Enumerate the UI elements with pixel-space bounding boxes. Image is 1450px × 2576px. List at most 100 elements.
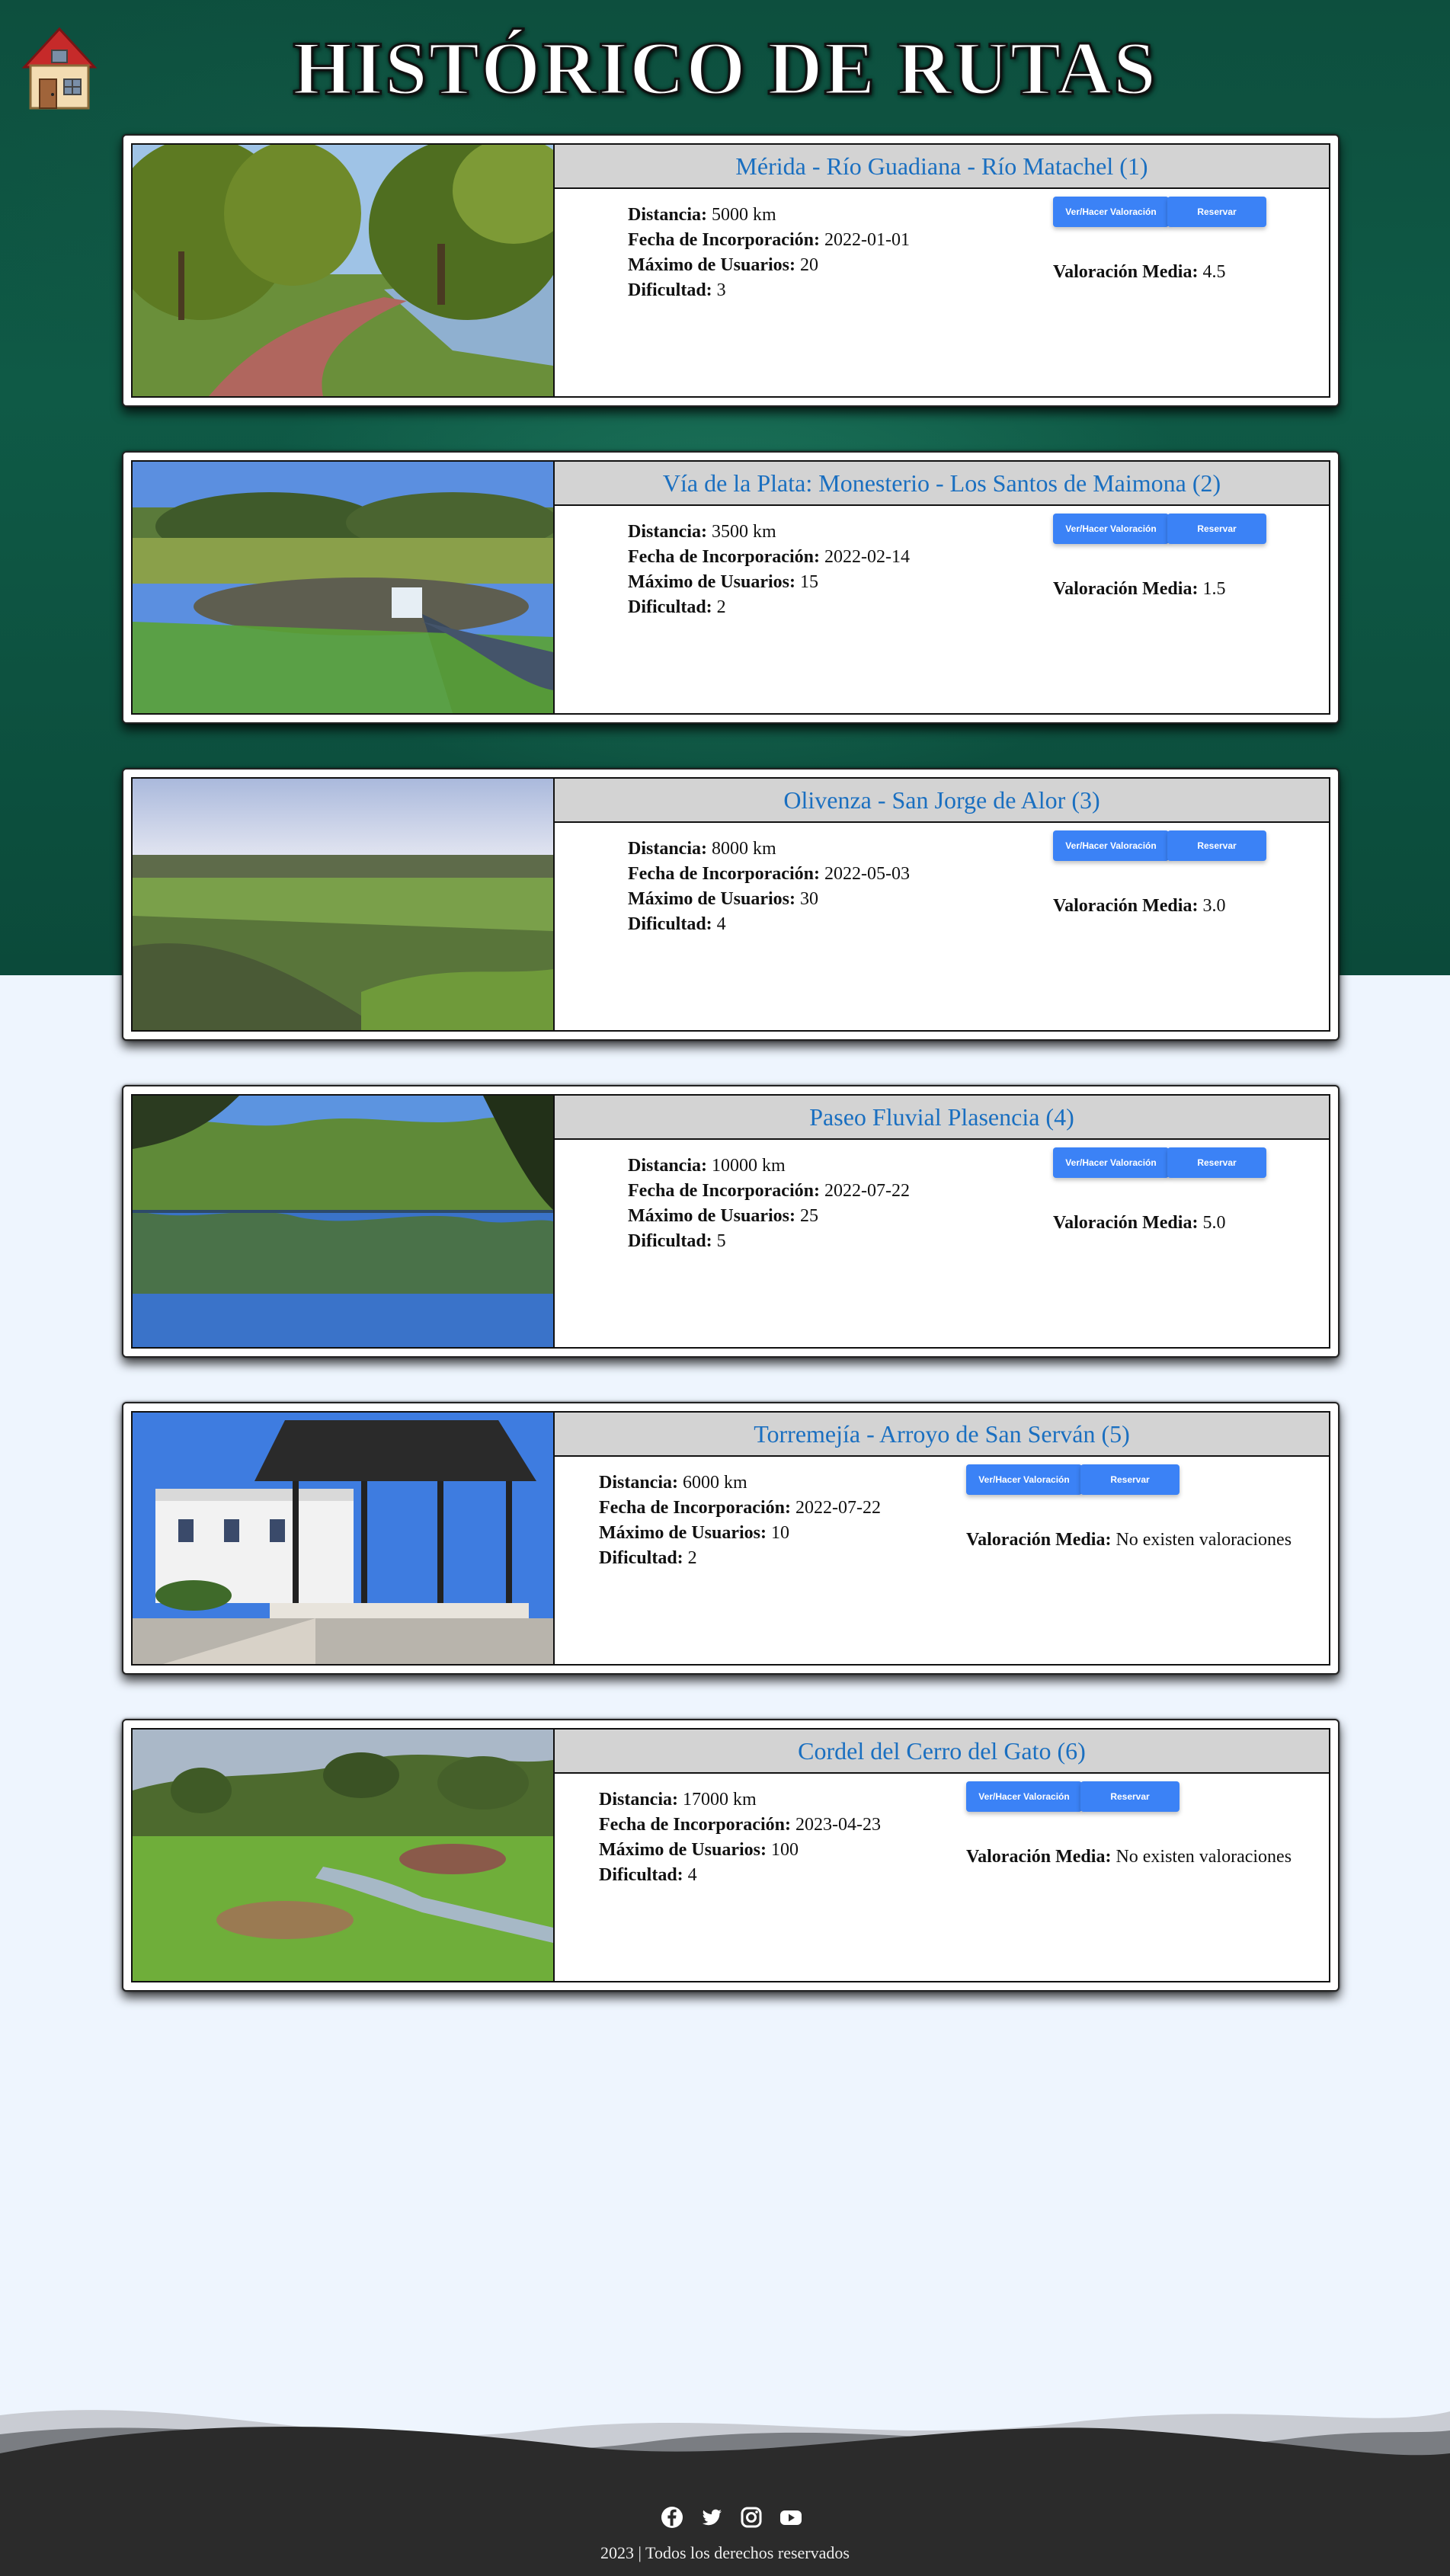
route-info: Distancia: 8000 km Fecha de Incorporació… xyxy=(628,837,910,937)
route-card-inner: Cordel del Cerro del Gato (6) Distancia:… xyxy=(131,1728,1330,1982)
rate-button[interactable]: Ver/Hacer Valoración xyxy=(1053,514,1169,544)
facebook-icon[interactable] xyxy=(660,2505,684,2530)
rating-row: Valoración Media: No existen valoracione… xyxy=(966,1847,1292,1867)
rate-button[interactable]: Ver/Hacer Valoración xyxy=(966,1781,1082,1812)
rating-value: 5.0 xyxy=(1202,1213,1226,1233)
difficulty-row: Dificultad: 2 xyxy=(599,1546,881,1571)
difficulty-label: Dificultad: xyxy=(599,1548,683,1568)
date-label: Fecha de Incorporación: xyxy=(628,547,820,567)
rating-label: Valoración Media: xyxy=(1053,262,1199,282)
date-value: 2022-05-03 xyxy=(824,864,910,884)
rating-row: Valoración Media: 4.5 xyxy=(1053,262,1225,283)
rating-label: Valoración Media: xyxy=(966,1530,1112,1550)
book-button[interactable]: Reservar xyxy=(1167,514,1266,544)
rating-row: Valoración Media: No existen valoracione… xyxy=(966,1530,1292,1550)
rate-button[interactable]: Ver/Hacer Valoración xyxy=(1053,1147,1169,1178)
difficulty-value: 5 xyxy=(716,1231,726,1251)
route-info: Distancia: 5000 km Fecha de Incorporació… xyxy=(628,203,910,303)
difficulty-row: Dificultad: 3 xyxy=(628,278,910,303)
route-image xyxy=(133,779,553,1030)
book-button[interactable]: Reservar xyxy=(1167,1147,1266,1178)
copyright-text: 2023 | Todos los derechos reservados xyxy=(600,2543,850,2562)
date-label: Fecha de Incorporación: xyxy=(628,230,820,250)
route-card: Cordel del Cerro del Gato (6) Distancia:… xyxy=(122,1719,1340,1992)
page-title: HISTÓRICO DE RUTAS xyxy=(292,25,1157,112)
max-users-label: Máximo de Usuarios: xyxy=(628,889,795,909)
route-info: Distancia: 10000 km Fecha de Incorporaci… xyxy=(628,1154,910,1254)
date-row: Fecha de Incorporación: 2022-02-14 xyxy=(628,545,910,570)
rating-row: Valoración Media: 1.5 xyxy=(1053,579,1225,600)
distance-value: 8000 km xyxy=(712,839,776,859)
instagram-icon[interactable] xyxy=(739,2505,763,2530)
distance-value: 17000 km xyxy=(683,1790,757,1810)
max-users-label: Máximo de Usuarios: xyxy=(599,1523,767,1543)
distance-row: Distancia: 5000 km xyxy=(628,203,910,228)
route-title: Paseo Fluvial Plasencia (4) xyxy=(555,1096,1329,1140)
date-label: Fecha de Incorporación: xyxy=(599,1815,791,1835)
distance-value: 10000 km xyxy=(712,1156,786,1176)
rate-button[interactable]: Ver/Hacer Valoración xyxy=(966,1464,1082,1495)
book-button[interactable]: Reservar xyxy=(1080,1464,1180,1495)
route-image xyxy=(133,145,553,396)
route-title: Olivenza - San Jorge de Alor (3) xyxy=(555,779,1329,823)
distance-label: Distancia: xyxy=(628,1156,707,1176)
max-users-value: 15 xyxy=(799,572,818,592)
book-button[interactable]: Reservar xyxy=(1080,1781,1180,1812)
rating-value: 3.0 xyxy=(1202,896,1226,916)
route-card: Paseo Fluvial Plasencia (4) Distancia: 1… xyxy=(122,1085,1340,1358)
book-button[interactable]: Reservar xyxy=(1167,197,1266,227)
rating-label: Valoración Media: xyxy=(1053,579,1199,599)
date-row: Fecha de Incorporación: 2022-01-01 xyxy=(628,228,910,253)
max-users-value: 25 xyxy=(799,1206,818,1226)
date-row: Fecha de Incorporación: 2023-04-23 xyxy=(599,1813,881,1838)
route-info: Distancia: 3500 km Fecha de Incorporació… xyxy=(628,520,910,620)
route-info: Distancia: 17000 km Fecha de Incorporaci… xyxy=(599,1787,881,1888)
max-users-row: Máximo de Usuarios: 10 xyxy=(599,1521,881,1546)
max-users-row: Máximo de Usuarios: 20 xyxy=(628,253,910,278)
date-value: 2023-04-23 xyxy=(795,1815,881,1835)
route-details: Paseo Fluvial Plasencia (4) Distancia: 1… xyxy=(553,1096,1329,1347)
max-users-value: 10 xyxy=(770,1523,789,1543)
route-card-inner: Torremejía - Arroyo de San Serván (5) Di… xyxy=(131,1411,1330,1666)
difficulty-label: Dificultad: xyxy=(599,1865,683,1885)
route-details: Torremejía - Arroyo de San Serván (5) Di… xyxy=(553,1413,1329,1664)
max-users-value: 30 xyxy=(799,889,818,909)
rating-value: 4.5 xyxy=(1202,262,1226,282)
rating-row: Valoración Media: 5.0 xyxy=(1053,1213,1225,1234)
route-card: Torremejía - Arroyo de San Serván (5) Di… xyxy=(122,1402,1340,1675)
route-card-inner: Vía de la Plata: Monesterio - Los Santos… xyxy=(131,460,1330,715)
book-button[interactable]: Reservar xyxy=(1167,830,1266,861)
rating-label: Valoración Media: xyxy=(1053,1213,1199,1233)
route-image xyxy=(133,1730,553,1981)
route-details: Vía de la Plata: Monesterio - Los Santos… xyxy=(553,462,1329,713)
rating-value: No existen valoraciones xyxy=(1116,1847,1292,1867)
max-users-label: Máximo de Usuarios: xyxy=(628,255,795,275)
difficulty-value: 4 xyxy=(687,1865,697,1885)
distance-value: 5000 km xyxy=(712,205,776,225)
date-label: Fecha de Incorporación: xyxy=(628,864,820,884)
youtube-icon[interactable] xyxy=(779,2505,803,2530)
rate-button[interactable]: Ver/Hacer Valoración xyxy=(1053,830,1169,861)
distance-label: Distancia: xyxy=(599,1473,678,1493)
difficulty-row: Dificultad: 2 xyxy=(628,595,910,620)
difficulty-row: Dificultad: 4 xyxy=(599,1863,881,1888)
twitter-icon[interactable] xyxy=(699,2505,724,2530)
route-card-inner: Olivenza - San Jorge de Alor (3) Distanc… xyxy=(131,777,1330,1032)
difficulty-value: 2 xyxy=(687,1548,697,1568)
rate-button[interactable]: Ver/Hacer Valoración xyxy=(1053,197,1169,227)
route-image xyxy=(133,462,553,713)
route-info: Distancia: 6000 km Fecha de Incorporació… xyxy=(599,1470,881,1571)
max-users-row: Máximo de Usuarios: 30 xyxy=(628,887,910,912)
difficulty-row: Dificultad: 5 xyxy=(628,1229,910,1254)
difficulty-label: Dificultad: xyxy=(628,280,712,300)
difficulty-label: Dificultad: xyxy=(628,1231,712,1251)
date-value: 2022-07-22 xyxy=(795,1498,881,1518)
distance-row: Distancia: 3500 km xyxy=(628,520,910,545)
difficulty-label: Dificultad: xyxy=(628,597,712,617)
route-card: Vía de la Plata: Monesterio - Los Santos… xyxy=(122,451,1340,724)
distance-value: 6000 km xyxy=(683,1473,747,1493)
max-users-value: 100 xyxy=(770,1840,799,1860)
difficulty-value: 4 xyxy=(716,914,726,934)
distance-row: Distancia: 17000 km xyxy=(599,1787,881,1813)
distance-label: Distancia: xyxy=(628,205,707,225)
